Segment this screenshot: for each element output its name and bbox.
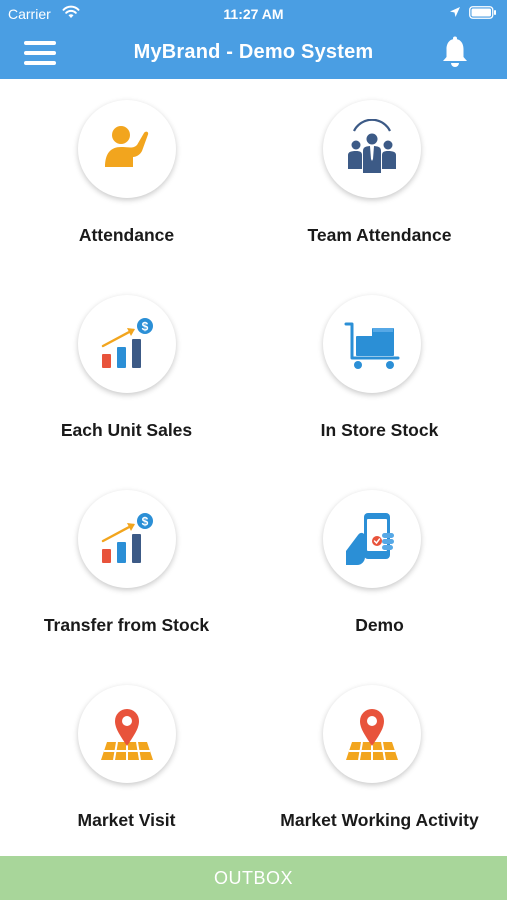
tile-icon-circle — [323, 490, 421, 588]
tile-icon-circle — [78, 685, 176, 783]
map-location-pin-icon — [346, 709, 398, 761]
stock-cart-icon — [344, 322, 400, 369]
tile-icon-circle: $ — [78, 490, 176, 588]
map-location-pin-icon — [101, 709, 153, 761]
battery-icon — [469, 6, 496, 19]
tile-label: In Store Stock — [320, 420, 439, 440]
hand-holding-phone-icon — [346, 513, 394, 565]
menu-tile-attendance[interactable]: Attendance — [0, 79, 253, 274]
outbox-button[interactable]: OUTBOX — [0, 856, 507, 900]
bell-icon[interactable] — [440, 36, 470, 70]
team-group-icon — [348, 119, 396, 173]
svg-text:$: $ — [142, 320, 149, 334]
person-raising-hand-icon — [105, 126, 149, 167]
page-title: MyBrand - Demo System — [133, 41, 374, 63]
tile-icon-circle — [323, 295, 421, 393]
menu-tile-demo[interactable]: Demo — [253, 469, 506, 664]
menu-tile-market-working-activity[interactable]: Market Working Activity — [253, 664, 506, 859]
menu-tile-in-store-stock[interactable]: In Store Stock — [253, 274, 506, 469]
menu-tile-team-attendance[interactable]: Team Attendance — [253, 79, 506, 274]
tile-label: Team Attendance — [307, 225, 452, 245]
tile-label: Market Working Activity — [280, 810, 479, 830]
status-time: 11:27 AM — [223, 6, 284, 22]
tile-icon-circle — [323, 100, 421, 198]
tile-icon-circle — [78, 100, 176, 198]
sales-growth-chart-icon: $ — [101, 318, 153, 368]
navigation-bar: MyBrand - Demo System — [0, 28, 507, 79]
location-arrow-icon — [450, 7, 460, 17]
app-header: Carrier 11:27 AM MyBrand - Demo System — [0, 0, 507, 79]
tile-label: Each Unit Sales — [60, 420, 193, 440]
sales-growth-chart-icon: $ — [101, 513, 153, 563]
tile-label: Market Visit — [77, 810, 176, 830]
tile-label: Demo — [355, 615, 404, 635]
tile-icon-circle — [323, 685, 421, 783]
status-bar: Carrier 11:27 AM — [0, 0, 507, 28]
menu-tile-market-visit[interactable]: Market Visit — [0, 664, 253, 859]
tile-label: Attendance — [78, 225, 175, 245]
svg-text:$: $ — [142, 515, 149, 529]
tile-icon-circle: $ — [78, 295, 176, 393]
tile-label: Transfer from Stock — [43, 615, 210, 635]
menu-grid: Attendance Team Attendance $ Each Unit S… — [0, 79, 507, 856]
menu-tile-each-unit-sales[interactable]: $ Each Unit Sales — [0, 274, 253, 469]
menu-tile-transfer-from-stock[interactable]: $ Transfer from Stock — [0, 469, 253, 664]
